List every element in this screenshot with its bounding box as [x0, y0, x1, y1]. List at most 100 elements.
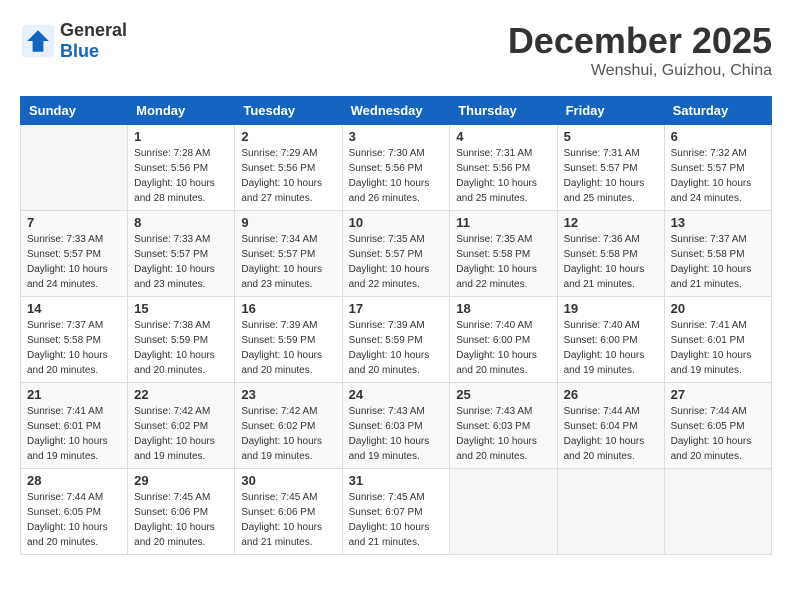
day-info: Sunrise: 7:42 AMSunset: 6:02 PMDaylight:… — [241, 404, 335, 464]
day-number: 2 — [241, 129, 335, 144]
calendar-cell: 19 Sunrise: 7:40 AMSunset: 6:00 PMDayligh… — [557, 297, 664, 383]
day-info: Sunrise: 7:37 AMSunset: 5:58 PMDaylight:… — [27, 318, 121, 378]
calendar-cell: 31Sunrise: 7:45 AMSunset: 6:07 PMDayligh… — [342, 469, 450, 555]
day-info: Sunrise: 7:31 AMSunset: 5:57 PMDaylight:… — [564, 146, 658, 206]
day-info: Sunrise: 7:45 AMSunset: 6:06 PMDaylight:… — [134, 490, 228, 550]
day-number: 18 — [456, 301, 550, 316]
calendar-week-2: 7 Sunrise: 7:33 AMSunset: 5:57 PMDaylight… — [21, 211, 772, 297]
calendar-cell: 12Sunrise: 7:36 AMSunset: 5:58 PMDayligh… — [557, 211, 664, 297]
calendar-cell: 17 Sunrise: 7:39 AMSunset: 5:59 PMDayligh… — [342, 297, 450, 383]
column-header-wednesday: Wednesday — [342, 97, 450, 125]
day-number: 13 — [671, 215, 765, 230]
calendar-cell — [21, 125, 128, 211]
day-number: 15 — [134, 301, 228, 316]
calendar-week-1: 1 Sunrise: 7:28 AMSunset: 5:56 PMDaylight… — [21, 125, 772, 211]
day-number: 6 — [671, 129, 765, 144]
calendar-cell — [450, 469, 557, 555]
calendar-cell: 4 Sunrise: 7:31 AMSunset: 5:56 PMDaylight… — [450, 125, 557, 211]
calendar-cell: 21 Sunrise: 7:41 AMSunset: 6:01 PMDayligh… — [21, 383, 128, 469]
day-number: 26 — [564, 387, 658, 402]
calendar-cell: 5 Sunrise: 7:31 AMSunset: 5:57 PMDaylight… — [557, 125, 664, 211]
calendar-header-row: SundayMondayTuesdayWednesdayThursdayFrid… — [21, 97, 772, 125]
day-info: Sunrise: 7:36 AMSunset: 5:58 PMDaylight:… — [564, 232, 658, 292]
calendar-cell: 3 Sunrise: 7:30 AMSunset: 5:56 PMDaylight… — [342, 125, 450, 211]
day-info: Sunrise: 7:45 AMSunset: 6:06 PMDaylight:… — [241, 490, 335, 550]
column-header-thursday: Thursday — [450, 97, 557, 125]
logo-general-text: General — [60, 20, 127, 40]
day-info: Sunrise: 7:44 AMSunset: 6:05 PMDaylight:… — [27, 490, 121, 550]
calendar-cell: 8 Sunrise: 7:33 AMSunset: 5:57 PMDaylight… — [128, 211, 235, 297]
calendar-cell: 14 Sunrise: 7:37 AMSunset: 5:58 PMDayligh… — [21, 297, 128, 383]
day-info: Sunrise: 7:30 AMSunset: 5:56 PMDaylight:… — [349, 146, 444, 206]
calendar-week-3: 14 Sunrise: 7:37 AMSunset: 5:58 PMDayligh… — [21, 297, 772, 383]
calendar-cell: 27Sunrise: 7:44 AMSunset: 6:05 PMDayligh… — [664, 383, 771, 469]
calendar-cell: 15Sunrise: 7:38 AMSunset: 5:59 PMDayligh… — [128, 297, 235, 383]
day-number: 24 — [349, 387, 444, 402]
calendar-cell: 24 Sunrise: 7:43 AMSunset: 6:03 PMDayligh… — [342, 383, 450, 469]
calendar-cell: 22Sunrise: 7:42 AMSunset: 6:02 PMDayligh… — [128, 383, 235, 469]
column-header-sunday: Sunday — [21, 97, 128, 125]
day-number: 23 — [241, 387, 335, 402]
calendar-cell: 25Sunrise: 7:43 AMSunset: 6:03 PMDayligh… — [450, 383, 557, 469]
day-info: Sunrise: 7:40 AMSunset: 6:00 PMDaylight:… — [456, 318, 550, 378]
column-header-saturday: Saturday — [664, 97, 771, 125]
calendar-cell: 28 Sunrise: 7:44 AMSunset: 6:05 PMDayligh… — [21, 469, 128, 555]
day-number: 29 — [134, 473, 228, 488]
logo-icon — [20, 23, 56, 59]
calendar-cell: 26 Sunrise: 7:44 AMSunset: 6:04 PMDayligh… — [557, 383, 664, 469]
day-number: 27 — [671, 387, 765, 402]
day-number: 1 — [134, 129, 228, 144]
calendar-cell: 7 Sunrise: 7:33 AMSunset: 5:57 PMDaylight… — [21, 211, 128, 297]
calendar-cell: 13 Sunrise: 7:37 AMSunset: 5:58 PMDayligh… — [664, 211, 771, 297]
day-info: Sunrise: 7:41 AMSunset: 6:01 PMDaylight:… — [671, 318, 765, 378]
day-number: 3 — [349, 129, 444, 144]
calendar-cell: 2Sunrise: 7:29 AMSunset: 5:56 PMDaylight… — [235, 125, 342, 211]
day-number: 7 — [27, 215, 121, 230]
calendar-cell: 18 Sunrise: 7:40 AMSunset: 6:00 PMDayligh… — [450, 297, 557, 383]
column-header-tuesday: Tuesday — [235, 97, 342, 125]
day-number: 21 — [27, 387, 121, 402]
day-number: 4 — [456, 129, 550, 144]
day-number: 11 — [456, 215, 550, 230]
day-info: Sunrise: 7:44 AMSunset: 6:04 PMDaylight:… — [564, 404, 658, 464]
page-header: General Blue December 2025 Wenshui, Guiz… — [20, 20, 772, 80]
day-info: Sunrise: 7:43 AMSunset: 6:03 PMDaylight:… — [349, 404, 444, 464]
day-number: 28 — [27, 473, 121, 488]
calendar-cell: 1 Sunrise: 7:28 AMSunset: 5:56 PMDaylight… — [128, 125, 235, 211]
calendar-cell — [664, 469, 771, 555]
day-info: Sunrise: 7:39 AMSunset: 5:59 PMDaylight:… — [349, 318, 444, 378]
day-info: Sunrise: 7:33 AMSunset: 5:57 PMDaylight:… — [134, 232, 228, 292]
day-info: Sunrise: 7:42 AMSunset: 6:02 PMDaylight:… — [134, 404, 228, 464]
calendar-cell: 23 Sunrise: 7:42 AMSunset: 6:02 PMDayligh… — [235, 383, 342, 469]
day-number: 17 — [349, 301, 444, 316]
day-number: 19 — [564, 301, 658, 316]
day-info: Sunrise: 7:40 AMSunset: 6:00 PMDaylight:… — [564, 318, 658, 378]
location: Wenshui, Guizhou, China — [508, 62, 772, 80]
day-number: 20 — [671, 301, 765, 316]
day-info: Sunrise: 7:37 AMSunset: 5:58 PMDaylight:… — [671, 232, 765, 292]
calendar-table: SundayMondayTuesdayWednesdayThursdayFrid… — [20, 96, 772, 555]
title-block: December 2025 Wenshui, Guizhou, China — [508, 20, 772, 80]
day-info: Sunrise: 7:28 AMSunset: 5:56 PMDaylight:… — [134, 146, 228, 206]
day-info: Sunrise: 7:34 AMSunset: 5:57 PMDaylight:… — [241, 232, 335, 292]
calendar-week-4: 21 Sunrise: 7:41 AMSunset: 6:01 PMDayligh… — [21, 383, 772, 469]
calendar-cell: 11 Sunrise: 7:35 AMSunset: 5:58 PMDayligh… — [450, 211, 557, 297]
calendar-cell: 9 Sunrise: 7:34 AMSunset: 5:57 PMDaylight… — [235, 211, 342, 297]
day-info: Sunrise: 7:41 AMSunset: 6:01 PMDaylight:… — [27, 404, 121, 464]
column-header-monday: Monday — [128, 97, 235, 125]
calendar-cell — [557, 469, 664, 555]
day-info: Sunrise: 7:35 AMSunset: 5:58 PMDaylight:… — [456, 232, 550, 292]
day-number: 8 — [134, 215, 228, 230]
day-number: 5 — [564, 129, 658, 144]
day-info: Sunrise: 7:33 AMSunset: 5:57 PMDaylight:… — [27, 232, 121, 292]
month-title: December 2025 — [508, 20, 772, 62]
day-number: 14 — [27, 301, 121, 316]
day-info: Sunrise: 7:45 AMSunset: 6:07 PMDaylight:… — [349, 490, 444, 550]
calendar-week-5: 28 Sunrise: 7:44 AMSunset: 6:05 PMDayligh… — [21, 469, 772, 555]
day-info: Sunrise: 7:31 AMSunset: 5:56 PMDaylight:… — [456, 146, 550, 206]
day-number: 9 — [241, 215, 335, 230]
day-info: Sunrise: 7:32 AMSunset: 5:57 PMDaylight:… — [671, 146, 765, 206]
calendar-cell: 6 Sunrise: 7:32 AMSunset: 5:57 PMDaylight… — [664, 125, 771, 211]
day-number: 10 — [349, 215, 444, 230]
calendar-cell: 16Sunrise: 7:39 AMSunset: 5:59 PMDayligh… — [235, 297, 342, 383]
